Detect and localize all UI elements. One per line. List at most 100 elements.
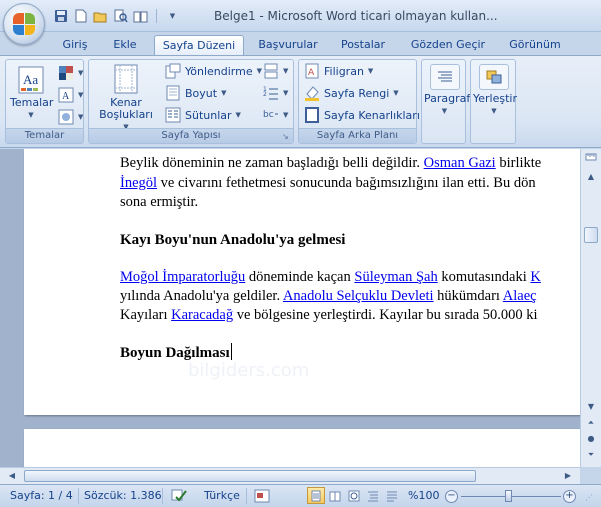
resize-grip-icon[interactable]: ⋰ bbox=[585, 493, 593, 502]
arrange-icon bbox=[479, 64, 509, 90]
text-run: hükümdarı bbox=[433, 288, 503, 304]
line-numbers-icon: 12 bbox=[263, 85, 279, 101]
line-numbers-button[interactable]: 1 2 ▼ bbox=[263, 84, 288, 102]
qat-dropdown-icon[interactable]: ▼ bbox=[164, 8, 181, 24]
web-layout-view-icon[interactable] bbox=[345, 487, 363, 504]
text-line-3: sona ermiştir. bbox=[120, 194, 199, 210]
svg-text:A: A bbox=[62, 91, 70, 102]
open-icon[interactable] bbox=[92, 8, 109, 24]
tab-postalar[interactable]: Postalar bbox=[334, 35, 392, 55]
link-karacadag[interactable]: Karacadağ bbox=[171, 307, 233, 323]
theme-colors-button[interactable]: ▼ bbox=[58, 64, 83, 82]
svg-text:Aa: Aa bbox=[23, 72, 38, 87]
watermark-button[interactable]: A Filigran ▼ bbox=[304, 62, 373, 80]
theme-effects-button[interactable]: ▼ bbox=[58, 108, 83, 126]
page-color-label: Sayfa Rengi bbox=[324, 86, 390, 100]
group-sayfa-yapisi: Kenar Boşlukları ▼ Yönlendirme ▼ Boyut ▼ S… bbox=[88, 59, 294, 144]
vertical-scrollbar[interactable]: ▲ ▼ ⏶ ● ⏷ bbox=[580, 149, 601, 467]
watermark-label: Filigran bbox=[324, 64, 364, 78]
link-anadolu-selcuklu[interactable]: Anadolu Selçuklu Devleti bbox=[283, 288, 434, 304]
group-yerlestir[interactable]: Yerleştir ▼ bbox=[470, 59, 517, 144]
svg-text:bc: bc bbox=[263, 110, 274, 120]
window-title: Belge1 - Microsoft Word ticari olmayan k… bbox=[214, 9, 498, 23]
outline-view-icon[interactable] bbox=[364, 487, 382, 504]
scroll-left-icon[interactable]: ◀ bbox=[4, 468, 20, 484]
theme-fonts-button[interactable]: A ▼ bbox=[58, 86, 83, 104]
orientation-button[interactable]: Yönlendirme ▼ bbox=[165, 62, 262, 80]
scroll-down-icon[interactable]: ▼ bbox=[583, 399, 599, 415]
previous-page-icon[interactable]: ⏶ bbox=[583, 415, 599, 431]
scroll-up-icon[interactable]: ▲ bbox=[583, 169, 599, 185]
word-count[interactable]: Sözcük: 1.386 bbox=[84, 489, 162, 502]
text-run: birlikte bbox=[495, 155, 542, 171]
link-alaeddin[interactable]: Alaeç bbox=[503, 288, 537, 304]
text-line-1: Beylik döneminin ne zaman başladığı bell… bbox=[120, 154, 580, 173]
save-icon[interactable] bbox=[52, 8, 69, 24]
group-temalar: Aa Temalar ▼ ▼ A ▼ ▼ Temalar bbox=[5, 59, 84, 144]
full-screen-reading-view-icon[interactable] bbox=[326, 487, 344, 504]
print-layout-view-icon[interactable] bbox=[307, 487, 325, 504]
page-count[interactable]: Sayfa: 1 / 4 bbox=[10, 489, 73, 502]
arrange-button[interactable]: Yerleştir ▼ bbox=[473, 64, 517, 117]
new-icon[interactable] bbox=[72, 8, 89, 24]
horizontal-scroll-thumb[interactable] bbox=[24, 470, 476, 482]
tab-sayfa-duzeni[interactable]: Sayfa Düzeni bbox=[154, 35, 244, 55]
columns-button[interactable]: Sütunlar ▼ bbox=[165, 106, 241, 124]
svg-text:A: A bbox=[308, 68, 315, 78]
text-cursor bbox=[230, 343, 232, 360]
horizontal-scrollbar[interactable]: ◀ ▶ bbox=[0, 467, 580, 484]
document-page[interactable]: Beylik döneminin ne zaman başladığı bell… bbox=[24, 149, 580, 415]
margins-button[interactable]: Kenar Boşlukları ▼ bbox=[94, 64, 158, 133]
tab-ekle[interactable]: Ekle bbox=[104, 35, 146, 55]
link-k[interactable]: K bbox=[530, 269, 540, 285]
scroll-right-icon[interactable]: ▶ bbox=[560, 468, 576, 484]
orientation-icon bbox=[165, 63, 181, 79]
draft-view-icon[interactable] bbox=[383, 487, 401, 504]
link-inegol[interactable]: İnegöl bbox=[120, 175, 157, 191]
ribbon-tabs: Giriş Ekle Sayfa Düzeni Başvurular Posta… bbox=[0, 32, 601, 55]
orientation-label: Yönlendirme bbox=[185, 64, 253, 78]
ribbon: Aa Temalar ▼ ▼ A ▼ ▼ Temalar Kenar Boşluk… bbox=[0, 55, 601, 148]
tab-gorunum[interactable]: Görünüm bbox=[502, 35, 568, 55]
tab-giris[interactable]: Giriş bbox=[52, 35, 98, 55]
margins-icon bbox=[114, 64, 138, 94]
tab-basvurular[interactable]: Başvurular bbox=[250, 35, 326, 55]
heading-text: Boyun Dağılması bbox=[120, 345, 230, 361]
language[interactable]: Türkçe bbox=[204, 489, 240, 502]
next-page-icon[interactable]: ⏷ bbox=[583, 447, 599, 463]
proofing-icon[interactable] bbox=[170, 488, 188, 507]
dialog-launcher-icon[interactable]: ↘ bbox=[282, 132, 291, 141]
breaks-icon bbox=[263, 63, 279, 79]
document-area[interactable]: Beylik döneminin ne zaman başladığı bell… bbox=[0, 149, 580, 467]
zoom-in-icon[interactable]: + bbox=[563, 490, 576, 503]
margins-label: Kenar Boşlukları bbox=[99, 96, 153, 121]
themes-button[interactable]: Aa Temalar ▼ bbox=[10, 64, 53, 121]
scroll-thumb[interactable] bbox=[584, 227, 598, 243]
breaks-button[interactable]: ▼ bbox=[263, 62, 288, 80]
print-preview-icon[interactable] bbox=[112, 8, 129, 24]
theme-effects-icon bbox=[58, 109, 74, 125]
page-color-button[interactable]: Sayfa Rengi ▼ bbox=[304, 84, 399, 102]
page-borders-label: Sayfa Kenarlıkları bbox=[324, 108, 420, 122]
text-run: Beylik döneminin ne zaman başladığı bell… bbox=[120, 155, 424, 171]
link-suleyman-sah[interactable]: Süleyman Şah bbox=[354, 269, 437, 285]
paragraph-button[interactable]: Paragraf ▼ bbox=[424, 64, 470, 117]
zoom-level[interactable]: %100 bbox=[408, 489, 439, 502]
office-button[interactable] bbox=[3, 3, 45, 45]
link-mogol-imparatorlugu[interactable]: Moğol İmparatorluğu bbox=[120, 269, 245, 285]
tab-gozden-gecir[interactable]: Gözden Geçir bbox=[404, 35, 492, 55]
size-button[interactable]: Boyut ▼ bbox=[165, 84, 226, 102]
ruler-toggle-icon[interactable] bbox=[583, 151, 599, 167]
hyphenation-button[interactable]: bc ▼ bbox=[263, 106, 288, 124]
zoom-out-icon[interactable]: − bbox=[445, 490, 458, 503]
zoom-slider-thumb[interactable] bbox=[505, 490, 512, 502]
page-borders-button[interactable]: Sayfa Kenarlıkları bbox=[304, 106, 420, 124]
text-line-4: Moğol İmparatorluğu döneminde kaçan Süle… bbox=[120, 268, 580, 287]
document-page-2[interactable] bbox=[24, 429, 580, 467]
dictionary-icon[interactable] bbox=[132, 8, 149, 24]
macro-record-icon[interactable] bbox=[254, 488, 270, 507]
link-osman-gazi[interactable]: Osman Gazi bbox=[424, 155, 496, 171]
group-paragraf[interactable]: Paragraf ▼ bbox=[421, 59, 470, 144]
browse-object-icon[interactable]: ● bbox=[583, 431, 599, 447]
heading-kayi-boyu: Kayı Boyu'nun Anadolu'ya gelmesi bbox=[120, 232, 346, 248]
